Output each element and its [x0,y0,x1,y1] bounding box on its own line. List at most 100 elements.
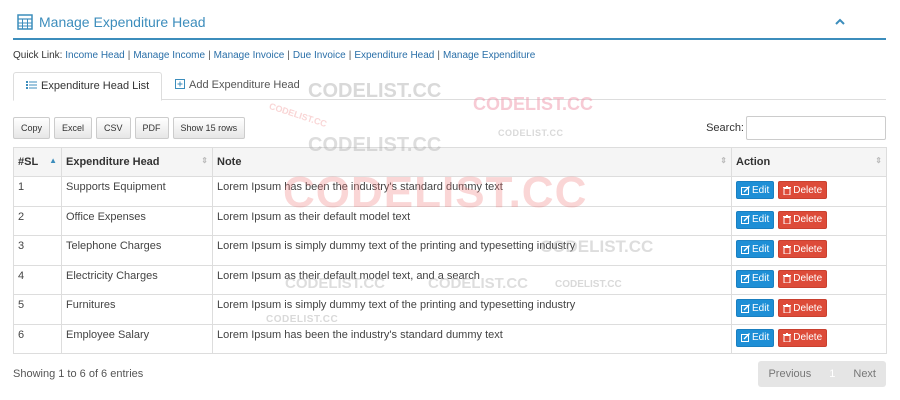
row-expenditure-head: Telephone Charges [61,235,213,266]
row-action: Edit Delete [731,235,887,266]
row-note: Lorem Ipsum has been the industry's stan… [212,176,732,207]
row-expenditure-head: Electricity Charges [61,264,213,295]
link-manage-expenditure[interactable]: Manage Expenditure [443,50,535,61]
panel: Manage Expenditure Head Quick Link: Inco… [13,0,887,400]
search-label: Search: [706,122,744,134]
page-1-button[interactable]: 1 [821,361,843,387]
next-button[interactable]: Next [843,361,886,387]
delete-button[interactable]: Delete [778,269,828,288]
column-header-expenditure-head[interactable]: Expenditure Head ⇕ [61,147,213,177]
panel-title: Manage Expenditure Head [17,14,206,30]
row-action: Edit Delete [731,264,887,295]
edit-label: Edit [752,273,770,284]
row-sl: 1 [13,176,62,207]
csv-button[interactable]: CSV [96,117,131,139]
delete-button[interactable]: Delete [778,210,828,229]
column-header-note[interactable]: Note ⇕ [212,147,732,177]
edit-icon [741,333,750,342]
delete-label: Delete [793,302,823,314]
excel-button[interactable]: Excel [54,117,93,139]
trash-icon [783,274,792,283]
edit-button[interactable]: Edit [736,210,775,229]
delete-label: Delete [793,273,823,284]
delete-button[interactable]: Delete [778,181,828,199]
expenditure-head-table: #SL ▲ Expenditure Head ⇕ Note ⇕ Action ⇕ 1 Su… [13,147,887,354]
row-action: Edit Delete [731,294,887,325]
edit-button[interactable]: Edit [736,299,775,317]
delete-label: Delete [793,214,823,225]
edit-button[interactable]: Edit [736,181,775,199]
table-row: 5 Furnitures Lorem Ipsum is simply dummy t… [13,294,887,325]
row-sl: 3 [13,235,62,266]
trash-icon [783,333,792,342]
table-icon [17,14,33,30]
row-action: Edit Delete [731,176,887,207]
pdf-button[interactable]: PDF [134,117,169,139]
page-length-button[interactable]: Show 15 rows [172,117,246,139]
row-action: Edit Delete [731,323,887,354]
tab-expenditure-head-list[interactable]: Expenditure Head List [13,72,163,101]
chevron-up-icon [835,18,845,25]
link-due-invoice[interactable]: Due Invoice [293,50,346,61]
edit-button[interactable]: Edit [736,269,775,288]
edit-icon [741,215,750,224]
action-group: Edit Delete [736,240,882,258]
tab-bar: Expenditure Head List Add Expenditure He… [13,72,886,101]
edit-label: Edit [752,332,770,343]
trash-icon [783,244,792,254]
row-note: Lorem Ipsum as their default model text [212,205,732,236]
delete-button[interactable]: Delete [778,299,828,317]
trash-icon [783,185,792,195]
quick-links: Quick Link: Income Head | Manage Income | Ma… [13,50,536,61]
edit-label: Edit [752,302,770,314]
column-header-sl[interactable]: #SL ▲ [13,147,62,177]
link-income-head[interactable]: Income Head [65,50,124,61]
edit-icon [741,303,750,313]
row-action: Edit Delete [731,205,887,236]
search-input[interactable] [746,116,886,140]
delete-label: Delete [793,332,823,343]
panel-header: Manage Expenditure Head [13,10,886,40]
delete-button[interactable]: Delete [778,240,828,258]
row-sl: 5 [13,294,62,325]
row-sl: 4 [13,264,62,295]
edit-button[interactable]: Edit [736,240,775,258]
table-row: 4 Electricity Charges Lorem Ipsum as their… [13,264,887,295]
plus-square-icon [175,79,185,89]
quick-links-label: Quick Link: [13,50,63,61]
link-manage-income[interactable]: Manage Income [133,50,205,61]
row-note: Lorem Ipsum as their default model text,… [212,264,732,295]
export-buttons: Copy Excel CSV PDF Show 15 rows [13,117,246,139]
edit-label: Edit [752,214,770,225]
link-expenditure-head[interactable]: Expenditure Head [354,50,434,61]
table-header-row: #SL ▲ Expenditure Head ⇕ Note ⇕ Action ⇕ [13,147,887,177]
edit-icon [741,274,750,283]
copy-button[interactable]: Copy [13,117,51,139]
row-expenditure-head: Employee Salary [61,323,213,354]
collapse-button[interactable] [834,14,846,30]
previous-button[interactable]: Previous [758,361,821,387]
edit-button[interactable]: Edit [736,328,775,347]
delete-button[interactable]: Delete [778,328,828,347]
trash-icon [783,215,792,224]
panel-title-text: Manage Expenditure Head [39,14,206,30]
delete-label: Delete [793,184,823,196]
edit-label: Edit [752,184,770,196]
edit-icon [741,185,750,195]
row-expenditure-head: Supports Equipment [61,176,213,207]
action-group: Edit Delete [736,269,882,288]
row-expenditure-head: Furnitures [61,294,213,325]
action-group: Edit Delete [736,299,882,317]
link-manage-invoice[interactable]: Manage Invoice [214,50,285,61]
tab-label: Add Expenditure Head [189,79,300,91]
row-sl: 6 [13,323,62,354]
edit-icon [741,244,750,254]
list-icon [26,81,37,89]
row-sl: 2 [13,205,62,236]
edit-label: Edit [752,243,770,255]
table-info: Showing 1 to 6 of 6 entries [13,368,144,380]
table-row: 2 Office Expenses Lorem Ipsum as their def… [13,205,887,236]
table-row: 3 Telephone Charges Lorem Ipsum is simply … [13,235,887,266]
column-header-action[interactable]: Action ⇕ [731,147,887,177]
tab-add-expenditure-head[interactable]: Add Expenditure Head [163,72,312,101]
